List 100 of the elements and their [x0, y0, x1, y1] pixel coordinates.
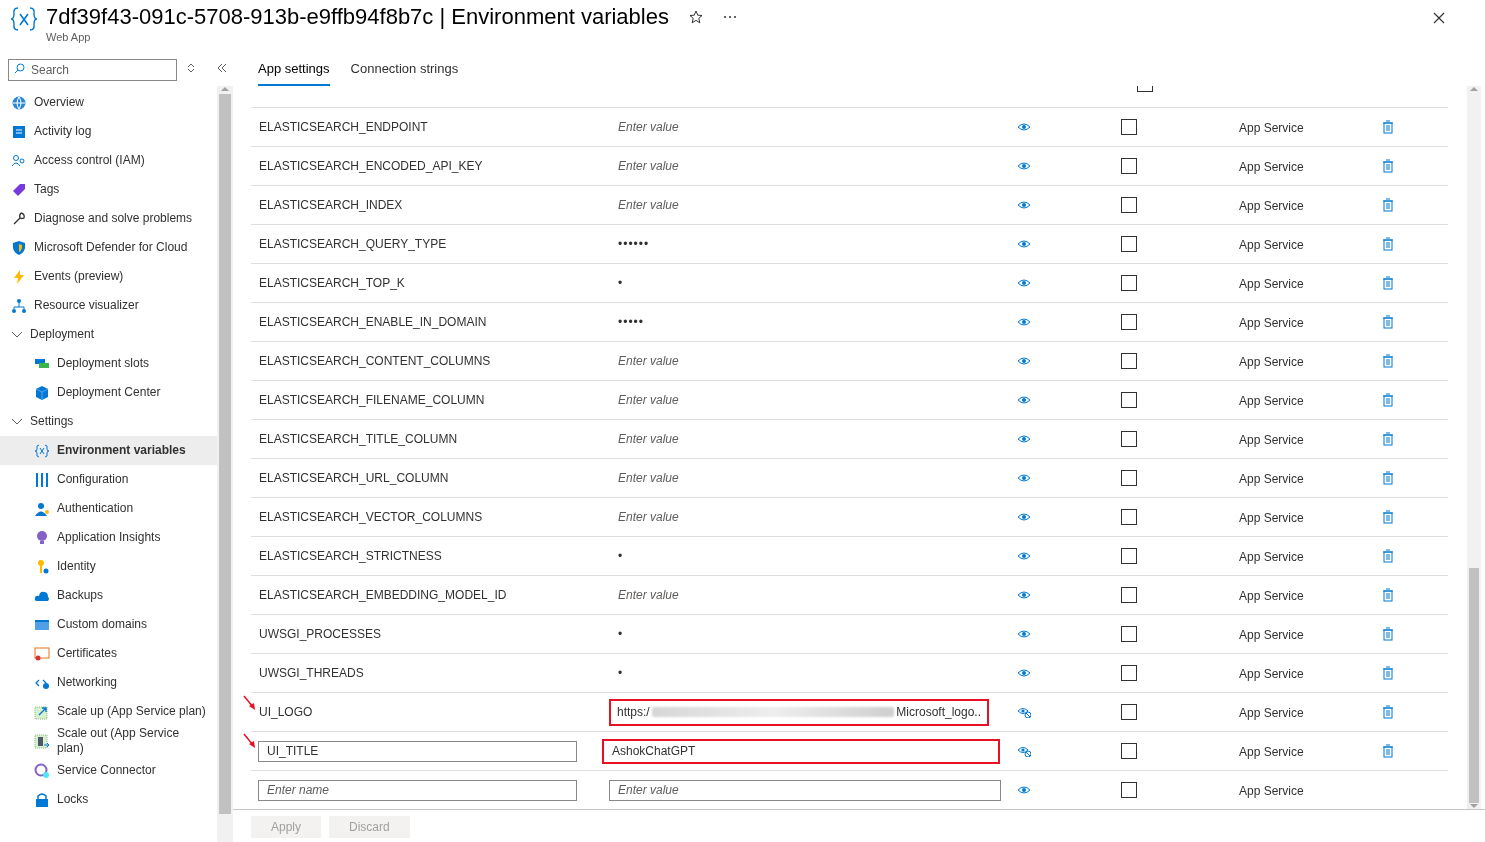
- value-field[interactable]: Enter value: [609, 428, 989, 450]
- checkbox[interactable]: [1121, 743, 1137, 759]
- value-field[interactable]: Enter value: [609, 194, 989, 216]
- checkbox[interactable]: [1121, 431, 1137, 447]
- trash-icon[interactable]: [1382, 549, 1394, 563]
- checkbox[interactable]: [1121, 665, 1137, 681]
- value-field[interactable]: AshokChatGPT: [602, 738, 1000, 764]
- checkbox[interactable]: [1121, 275, 1137, 291]
- checkbox[interactable]: [1121, 626, 1137, 642]
- nav-item[interactable]: Settings: [0, 407, 217, 436]
- scrollbar-thumb[interactable]: [1469, 568, 1479, 803]
- value-field[interactable]: Enter value: [609, 506, 989, 528]
- nav-item[interactable]: Authentication: [0, 494, 217, 523]
- nav-item[interactable]: Identity: [0, 552, 217, 581]
- trash-icon[interactable]: [1382, 588, 1394, 602]
- eye-icon[interactable]: [1017, 511, 1031, 523]
- value-field[interactable]: Enter value: [609, 155, 989, 177]
- nav-item[interactable]: Custom domains: [0, 610, 217, 639]
- eye-icon[interactable]: [1017, 160, 1031, 172]
- trash-icon[interactable]: [1382, 237, 1394, 251]
- checkbox[interactable]: [1121, 158, 1137, 174]
- eye-icon[interactable]: [1017, 394, 1031, 406]
- eye-slash-icon[interactable]: [1017, 745, 1031, 757]
- eye-icon[interactable]: [1017, 316, 1031, 328]
- eye-icon[interactable]: [1017, 121, 1031, 133]
- trash-icon[interactable]: [1382, 666, 1394, 680]
- eye-icon[interactable]: [1017, 433, 1031, 445]
- nav-item[interactable]: Scale out (App Service plan): [0, 726, 217, 756]
- nav-item[interactable]: Tags: [0, 175, 217, 204]
- checkbox[interactable]: [1121, 509, 1137, 525]
- checkbox[interactable]: [1121, 197, 1137, 213]
- scroll-up-icon[interactable]: [221, 86, 229, 92]
- value-field[interactable]: Enter value: [609, 779, 1001, 801]
- value-field[interactable]: https:/ Microsoft_logo..: [609, 698, 989, 726]
- nav-item[interactable]: Backups: [0, 581, 217, 610]
- chevron-down-icon[interactable]: [11, 330, 23, 339]
- trash-icon[interactable]: [1382, 744, 1394, 758]
- trash-icon[interactable]: [1382, 159, 1394, 173]
- eye-icon[interactable]: [1017, 667, 1031, 679]
- eye-icon[interactable]: [1017, 238, 1031, 250]
- nav-item[interactable]: Deployment slots: [0, 349, 217, 378]
- search-field[interactable]: Search: [8, 59, 177, 81]
- value-field[interactable]: Enter value: [609, 467, 989, 489]
- trash-icon[interactable]: [1382, 276, 1394, 290]
- checkbox[interactable]: [1121, 119, 1137, 135]
- nav-item[interactable]: Deployment: [0, 320, 217, 349]
- eye-icon[interactable]: [1017, 277, 1031, 289]
- chevron-down-icon[interactable]: [11, 417, 23, 426]
- eye-icon[interactable]: [1017, 784, 1031, 796]
- eye-icon[interactable]: [1017, 589, 1031, 601]
- nav-item[interactable]: Diagnose and solve problems: [0, 204, 217, 233]
- trash-icon[interactable]: [1382, 354, 1394, 368]
- tab[interactable]: Connection strings: [350, 58, 459, 86]
- checkbox[interactable]: [1121, 548, 1137, 564]
- trash-icon[interactable]: [1382, 120, 1394, 134]
- eye-icon[interactable]: [1017, 472, 1031, 484]
- collapse-icon[interactable]: [217, 63, 227, 73]
- eye-icon[interactable]: [1017, 355, 1031, 367]
- nav-item[interactable]: Events (preview): [0, 262, 217, 291]
- tab[interactable]: App settings: [258, 58, 330, 86]
- name-field[interactable]: Enter name: [258, 779, 577, 801]
- value-field[interactable]: Enter value: [609, 584, 989, 606]
- close-icon[interactable]: [1433, 12, 1445, 24]
- nav-item[interactable]: Environment variables: [0, 436, 217, 465]
- nav-item[interactable]: Activity log: [0, 117, 217, 146]
- checkbox[interactable]: [1121, 392, 1137, 408]
- checkbox[interactable]: [1121, 782, 1137, 798]
- checkbox[interactable]: [1121, 704, 1137, 720]
- value-field[interactable]: Enter value: [609, 350, 989, 372]
- trash-icon[interactable]: [1382, 198, 1394, 212]
- scroll-up-icon[interactable]: [1470, 86, 1478, 92]
- trash-icon[interactable]: [1382, 432, 1394, 446]
- trash-icon[interactable]: [1382, 471, 1394, 485]
- sort-icon[interactable]: [187, 63, 195, 73]
- nav-item[interactable]: Networking: [0, 668, 217, 697]
- nav-item[interactable]: Access control (IAM): [0, 146, 217, 175]
- checkbox[interactable]: [1121, 470, 1137, 486]
- checkbox[interactable]: [1121, 353, 1137, 369]
- nav-item[interactable]: Overview: [0, 88, 217, 117]
- nav-item[interactable]: Locks: [0, 785, 217, 814]
- eye-icon[interactable]: [1017, 628, 1031, 640]
- checkbox[interactable]: [1121, 587, 1137, 603]
- checkbox[interactable]: [1121, 236, 1137, 252]
- nav-item[interactable]: Scale up (App Service plan): [0, 697, 217, 726]
- trash-icon[interactable]: [1382, 315, 1394, 329]
- value-field[interactable]: Enter value: [609, 116, 989, 138]
- nav-item[interactable]: Application Insights: [0, 523, 217, 552]
- checkbox[interactable]: [1121, 314, 1137, 330]
- name-field[interactable]: UI_TITLE: [258, 740, 577, 762]
- nav-item[interactable]: Service Connector: [0, 756, 217, 785]
- star-icon[interactable]: [688, 10, 703, 24]
- value-field[interactable]: Enter value: [609, 389, 989, 411]
- eye-slash-icon[interactable]: [1017, 706, 1031, 718]
- trash-icon[interactable]: [1382, 510, 1394, 524]
- nav-item[interactable]: Deployment Center: [0, 378, 217, 407]
- trash-icon[interactable]: [1382, 393, 1394, 407]
- trash-icon[interactable]: [1382, 627, 1394, 641]
- nav-item[interactable]: Certificates: [0, 639, 217, 668]
- eye-icon[interactable]: [1017, 550, 1031, 562]
- trash-icon[interactable]: [1382, 705, 1394, 719]
